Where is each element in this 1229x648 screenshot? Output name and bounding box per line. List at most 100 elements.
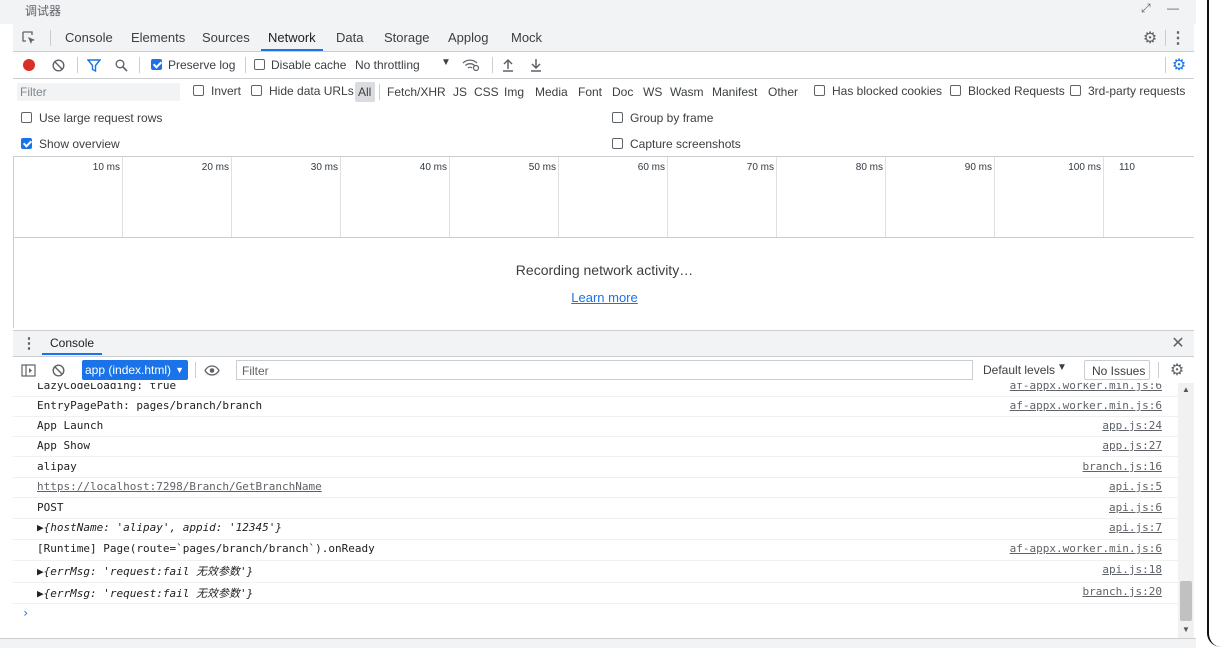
scroll-up-icon[interactable]: ▲	[1182, 385, 1190, 394]
log-url-link[interactable]: https://localhost:7298/Branch/GetBranchN…	[37, 480, 322, 493]
capture-screenshots-checkbox[interactable]	[612, 138, 623, 149]
scrollbar-thumb[interactable]	[1180, 581, 1192, 621]
third-party-checkbox[interactable]	[1070, 85, 1081, 96]
network-conditions-icon[interactable]	[462, 56, 480, 74]
log-source-link[interactable]: af-appx.worker.min.js:6	[1010, 383, 1162, 392]
filter-funnel-icon[interactable]	[86, 57, 102, 73]
type-manifest[interactable]: Manifest	[712, 85, 757, 99]
log-levels-select[interactable]: Default levels	[983, 363, 1055, 377]
log-object-expandable[interactable]: ▶{errMsg: 'request:fail 无效参数'}	[37, 585, 253, 601]
chevron-down-icon: ▼	[1057, 362, 1067, 373]
log-source-link[interactable]: branch.js:16	[1083, 460, 1162, 473]
clear-icon[interactable]	[50, 57, 66, 73]
tab-applog[interactable]: Applog	[448, 24, 488, 51]
log-source-link[interactable]: api.js:5	[1109, 480, 1162, 493]
type-media[interactable]: Media	[535, 85, 568, 99]
separator	[1165, 57, 1166, 73]
console-prompt-icon[interactable]: ›	[22, 606, 29, 620]
record-icon[interactable]	[23, 59, 35, 71]
log-source-link[interactable]: af-appx.worker.min.js:6	[1010, 399, 1162, 412]
console-filter-input[interactable]: Filter	[236, 360, 973, 380]
preserve-log-checkbox[interactable]	[151, 59, 162, 70]
issues-label: No Issues	[1092, 364, 1146, 378]
chevron-down-icon[interactable]: ▼	[441, 57, 451, 68]
tab-network[interactable]: Network	[261, 24, 323, 51]
filter-input[interactable]: Filter	[17, 83, 180, 101]
log-source-link[interactable]: app.js:24	[1102, 419, 1162, 432]
network-overview[interactable]: 10 ms 20 ms 30 ms 40 ms 50 ms 60 ms 70 m…	[13, 156, 1194, 238]
grid-line	[449, 157, 450, 237]
separator	[492, 57, 493, 73]
log-source-link[interactable]: api.js:18	[1102, 563, 1162, 576]
context-selector[interactable]: app (index.html) ▼	[82, 360, 188, 380]
time-tick: 100 ms	[1068, 162, 1101, 173]
type-ws[interactable]: WS	[643, 85, 662, 99]
options-row-2: Show overview Capture screenshots	[13, 131, 1194, 157]
log-source-link[interactable]: api.js:6	[1109, 501, 1162, 514]
tab-console[interactable]: Console	[65, 24, 113, 51]
inspect-element-icon[interactable]	[20, 29, 38, 47]
console-scrollbar[interactable]: ▲ ▼	[1178, 383, 1194, 638]
sidebar-toggle-icon[interactable]	[20, 362, 36, 378]
log-row: [Runtime] Page(route=`pages/branch/branc…	[13, 539, 1178, 561]
window-title: 调试器	[25, 4, 62, 18]
search-icon[interactable]	[113, 57, 129, 73]
drawer-menu-icon[interactable]: ⋮	[22, 335, 37, 352]
time-tick: 80 ms	[855, 162, 883, 173]
minimize-icon[interactable]: —	[1167, 1, 1179, 15]
network-settings-gear-icon[interactable]: ⚙	[1170, 56, 1188, 74]
type-img[interactable]: Img	[504, 85, 524, 99]
tab-sources[interactable]: Sources	[202, 24, 250, 51]
console-settings-gear-icon[interactable]: ⚙	[1168, 361, 1186, 379]
log-object-expandable[interactable]: ▶{hostName: 'alipay', appid: '12345'}	[37, 521, 282, 534]
issues-button[interactable]: No Issues	[1084, 360, 1150, 380]
log-source-link[interactable]: app.js:27	[1102, 439, 1162, 452]
type-js[interactable]: JS	[453, 85, 467, 99]
throttling-select[interactable]: No throttling	[355, 58, 420, 72]
type-wasm[interactable]: Wasm	[670, 85, 704, 99]
log-object-expandable[interactable]: ▶{errMsg: 'request:fail 无效参数'}	[37, 563, 253, 579]
group-by-frame-checkbox[interactable]	[612, 112, 623, 123]
log-row: App Show app.js:27	[13, 436, 1178, 457]
log-row: alipay branch.js:16	[13, 457, 1178, 478]
clear-console-icon[interactable]	[50, 362, 66, 378]
close-drawer-icon[interactable]: ✕	[1170, 334, 1186, 352]
more-options-icon[interactable]: ⋮	[1170, 28, 1186, 48]
drawer-tab-console[interactable]: Console	[42, 331, 103, 355]
grid-line	[122, 157, 123, 237]
settings-gear-icon[interactable]: ⚙	[1140, 28, 1160, 48]
log-source-link[interactable]: branch.js:20	[1083, 585, 1162, 598]
grid-line	[667, 157, 668, 237]
type-fetch-xhr[interactable]: Fetch/XHR	[387, 85, 446, 99]
console-log[interactable]: LazyCodeLoading: true af-appx.worker.min…	[13, 383, 1178, 638]
type-all[interactable]: All	[358, 85, 371, 99]
type-css[interactable]: CSS	[474, 85, 499, 99]
log-source-link[interactable]: af-appx.worker.min.js:6	[1010, 542, 1162, 555]
type-font[interactable]: Font	[578, 85, 602, 99]
type-doc[interactable]: Doc	[612, 85, 633, 99]
drawer-tabbar: ⋮ Console ✕	[13, 330, 1194, 357]
large-rows-checkbox[interactable]	[21, 112, 32, 123]
tab-mock[interactable]: Mock	[511, 24, 542, 51]
network-filterbar: Filter Invert Hide data URLs All Fetch/X…	[13, 79, 1194, 106]
type-other[interactable]: Other	[768, 85, 798, 99]
time-tick: 70 ms	[746, 162, 774, 173]
time-tick: 50 ms	[528, 162, 556, 173]
live-expression-eye-icon[interactable]	[202, 361, 222, 379]
show-overview-checkbox[interactable]	[21, 138, 32, 149]
tab-elements[interactable]: Elements	[131, 24, 185, 51]
export-har-icon[interactable]	[528, 56, 544, 74]
scroll-down-icon[interactable]: ▼	[1182, 625, 1190, 634]
invert-checkbox[interactable]	[193, 85, 204, 96]
import-har-icon[interactable]	[500, 56, 516, 74]
has-blocked-cookies-checkbox[interactable]	[814, 85, 825, 96]
expand-icon[interactable]: ⤢	[1141, 1, 1151, 16]
hide-data-urls-checkbox[interactable]	[251, 85, 262, 96]
blocked-requests-checkbox[interactable]	[950, 85, 961, 96]
tab-data[interactable]: Data	[336, 24, 363, 51]
log-source-link[interactable]: api.js:7	[1109, 521, 1162, 534]
disable-cache-checkbox[interactable]	[254, 59, 265, 70]
tab-storage[interactable]: Storage	[384, 24, 430, 51]
learn-more-link[interactable]: Learn more	[571, 290, 637, 305]
show-overview-label: Show overview	[39, 137, 120, 151]
